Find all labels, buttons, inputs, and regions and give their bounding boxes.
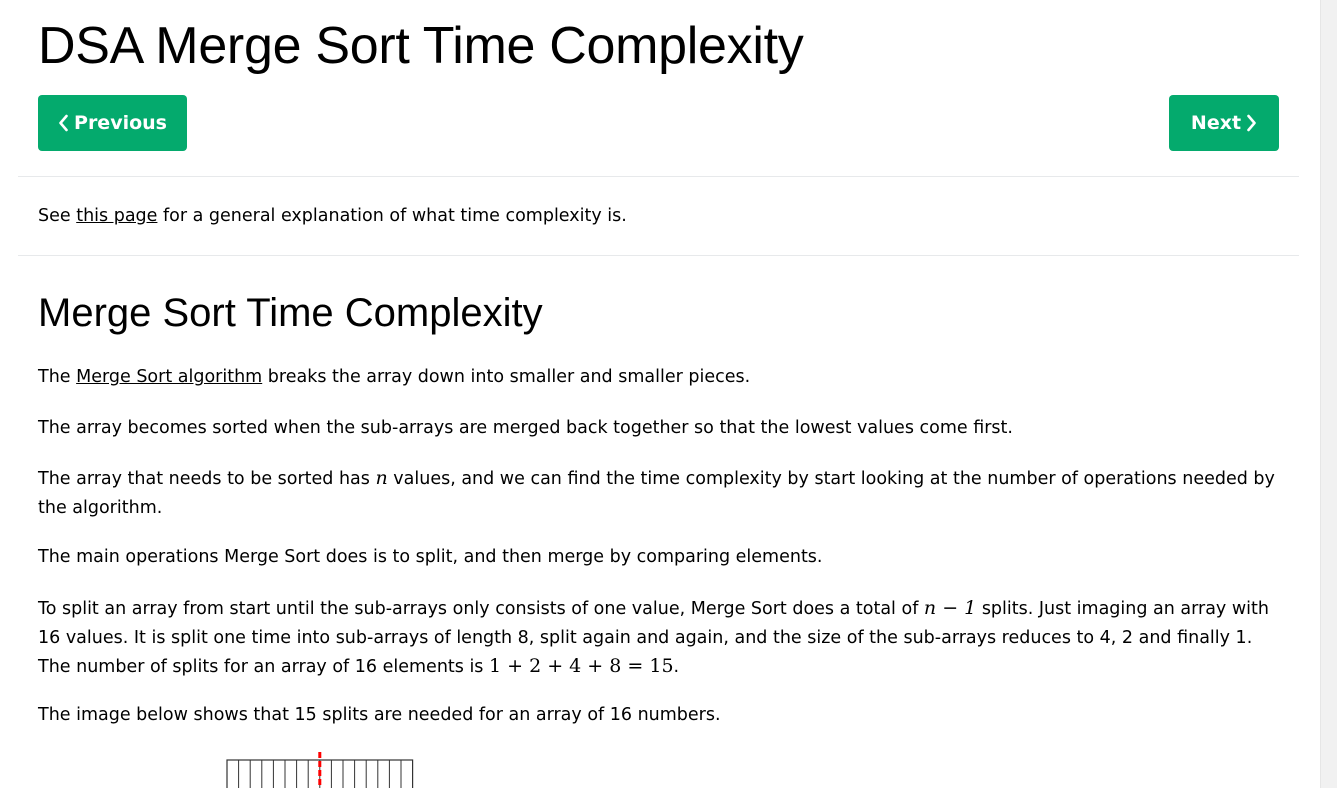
divider <box>18 255 1299 256</box>
paragraph-text: The <box>38 367 77 387</box>
math-n: n <box>375 467 388 489</box>
paragraph-1: The Merge Sort algorithm breaks the arra… <box>38 363 1283 392</box>
time-complexity-link[interactable]: this page <box>76 206 157 226</box>
vertical-scrollbar[interactable] <box>1320 0 1337 788</box>
split-diagram-image <box>226 752 414 788</box>
paragraph-2: The array becomes sorted when the sub-ar… <box>38 418 1013 438</box>
paragraph-text: The array that needs to be sorted has <box>38 469 376 489</box>
intro-paragraph: See this page for a general explanation … <box>38 202 1283 231</box>
math-n-minus-1: n − 1 <box>923 597 977 619</box>
divider <box>18 176 1299 177</box>
page-title: DSA Merge Sort Time Complexity <box>38 17 804 75</box>
intro-text: See <box>38 206 77 226</box>
paragraph-3: The array that needs to be sorted has n … <box>38 464 1283 522</box>
next-button-label: Next <box>1190 112 1242 134</box>
previous-button[interactable]: Previous <box>38 95 187 151</box>
section-title: Merge Sort Time Complexity <box>38 291 543 335</box>
merge-sort-link[interactable]: Merge Sort algorithm <box>76 367 262 387</box>
previous-button-label: Previous <box>74 112 167 134</box>
paragraph-text: To split an array from start until the s… <box>38 599 924 619</box>
main-content: DSA Merge Sort Time Complexity Previous … <box>18 0 1299 788</box>
math-split-sum: 1 + 2 + 4 + 8 = 15 <box>489 655 674 677</box>
paragraph-4: The main operations Merge Sort does is t… <box>38 547 823 567</box>
chevron-left-icon <box>58 114 69 132</box>
paragraph-text: . <box>673 657 680 677</box>
next-button[interactable]: Next <box>1169 95 1279 151</box>
intro-text-end: for a general explanation of what time c… <box>157 206 627 226</box>
paragraph-5: To split an array from start until the s… <box>38 594 1283 682</box>
paragraph-text: breaks the array down into smaller and s… <box>262 367 751 387</box>
chevron-right-icon <box>1246 114 1257 132</box>
paragraph-6: The image below shows that 15 splits are… <box>38 705 721 725</box>
